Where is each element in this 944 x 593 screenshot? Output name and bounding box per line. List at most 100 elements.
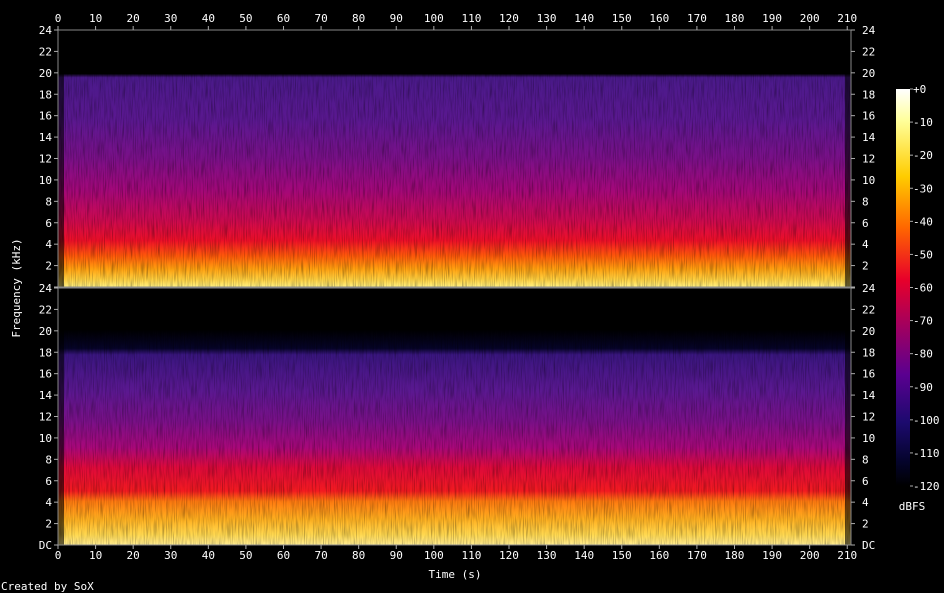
y-tick-label-right: 22 [862,45,875,58]
x-tick-label-bottom: 190 [762,549,782,562]
y-tick-label-right: 20 [862,325,875,338]
y-tick-label-left: 16 [39,110,52,123]
x-tick-label-bottom: 90 [390,549,403,562]
y-tick-label-right: 10 [862,432,875,445]
x-tick-label-top: 110 [461,12,481,25]
y-tick-label-left: 14 [39,131,53,144]
x-tick-label-top: 190 [762,12,782,25]
y-tick-label-right: 8 [862,453,869,466]
x-tick-label-bottom: 80 [352,549,365,562]
x-tick-label-top: 170 [687,12,707,25]
y-tick-label-right: 4 [862,238,869,251]
x-tick-label-bottom: 130 [537,549,557,562]
x-tick-label-top: 60 [277,12,290,25]
colorbar-tick-label: -30 [913,182,933,195]
x-tick-label-top: 100 [424,12,444,25]
y-tick-label-left: 4 [45,496,52,509]
x-tick-label-top: 160 [649,12,669,25]
y-tick-label-left: 4 [45,238,52,251]
y-tick-label-right: 2 [862,518,869,531]
colorbar-tick-label: -50 [913,248,933,261]
y-tick-label-left: 2 [45,260,52,273]
y-tick-label-left: 24 [39,24,53,37]
x-tick-label-top: 120 [499,12,519,25]
x-tick-label-bottom: 160 [649,549,669,562]
y-tick-label-left: 16 [39,368,52,381]
x-tick-label-bottom: 140 [574,549,594,562]
y-tick-label-right: 18 [862,346,875,359]
x-tick-label-top: 40 [202,12,215,25]
y-tick-label-right: 14 [862,131,876,144]
y-tick-label-right: 12 [862,411,875,424]
colorbar-tick-label: -90 [913,381,933,394]
y-tick-label-right: 12 [862,153,875,166]
y-tick-label-left: 6 [45,475,52,488]
x-tick-label-bottom: 40 [202,549,215,562]
y-tick-label-left: 20 [39,67,52,80]
x-tick-label-top: 70 [314,12,327,25]
y-tick-label-right: 4 [862,496,869,509]
y-tick-label-left: 22 [39,303,52,316]
y-tick-label-left: DC [39,539,52,552]
x-tick-label-bottom: 10 [89,549,102,562]
y-tick-label-right: 16 [862,368,875,381]
x-tick-label-bottom: 0 [55,549,62,562]
x-tick-label-bottom: 100 [424,549,444,562]
y-tick-label-right: 24 [862,282,876,295]
y-tick-label-left: 14 [39,389,53,402]
colorbar-tick-label: -100 [913,414,940,427]
x-tick-label-top: 200 [800,12,820,25]
colorbar-tick-label: -70 [913,315,933,328]
x-tick-label-top: 0 [55,12,62,25]
y-tick-label-left: 18 [39,346,52,359]
colorbar-tick-label: -120 [913,480,940,493]
y-axis-label: Frequency (kHz) [10,238,23,337]
y-tick-label-left: 6 [45,217,52,230]
y-tick-label-right: 2 [862,260,869,273]
x-tick-label-top: 130 [537,12,557,25]
colorbar-ticks: +0 -10 -20 -30 -40 -50 -60 -70 -80 -90 -100 -110 -12… [910,83,940,493]
spectrogram-chart: 0 10 20 30 40 50 60 70 80 90 100 110 120 130 140 150 160… [1,12,940,593]
x-tick-label-bottom: 20 [127,549,140,562]
x-axis-label: Time (s) [429,568,482,581]
x-tick-label-top: 50 [239,12,252,25]
x-tick-label-bottom: 120 [499,549,519,562]
x-tick-label-bottom: 110 [461,549,481,562]
x-tick-label-top: 90 [390,12,403,25]
colorbar-tick-label: -110 [913,447,940,460]
colorbar-tick-label: -80 [913,348,933,361]
x-axis-bottom: 0 10 20 30 40 50 60 70 80 90 100 110 120 130 140 150 160… [55,545,857,562]
y-tick-label-right: 6 [862,475,869,488]
y-tick-label-left: 10 [39,432,52,445]
y-tick-label-left: 2 [45,518,52,531]
y-tick-label-left: 20 [39,325,52,338]
y-tick-label-right: 6 [862,217,869,230]
x-tick-label-bottom: 200 [800,549,820,562]
x-tick-label-bottom: 70 [314,549,327,562]
x-tick-label-top: 80 [352,12,365,25]
y-tick-label-right: 22 [862,303,875,316]
y-tick-label-left: 12 [39,411,52,424]
y-tick-label-left: 8 [45,453,52,466]
y-tick-label-left: 12 [39,153,52,166]
y-tick-label-right: 10 [862,174,875,187]
y-tick-label-right: 14 [862,389,876,402]
y-tick-label-left: 10 [39,174,52,187]
y-tick-label-right: 8 [862,195,869,208]
channel-1-plot [58,30,851,287]
colorbar-tick-label: -20 [913,149,933,162]
x-tick-label-bottom: 180 [725,549,745,562]
x-tick-label-bottom: 50 [239,549,252,562]
y-tick-label-left: 8 [45,195,52,208]
footer-credit: Created by SoX [1,580,94,593]
x-tick-label-top: 210 [837,12,857,25]
x-tick-label-top: 180 [725,12,745,25]
colorbar-label: dBFS [899,500,926,513]
x-tick-label-top: 140 [574,12,594,25]
y-tick-label-right: 24 [862,24,876,37]
y-tick-label-right: 18 [862,88,875,101]
colorbar-tick-label: +0 [913,83,926,96]
colorbar-tick-label: -10 [913,116,933,129]
x-tick-label-bottom: 210 [837,549,857,562]
x-tick-label-bottom: 170 [687,549,707,562]
